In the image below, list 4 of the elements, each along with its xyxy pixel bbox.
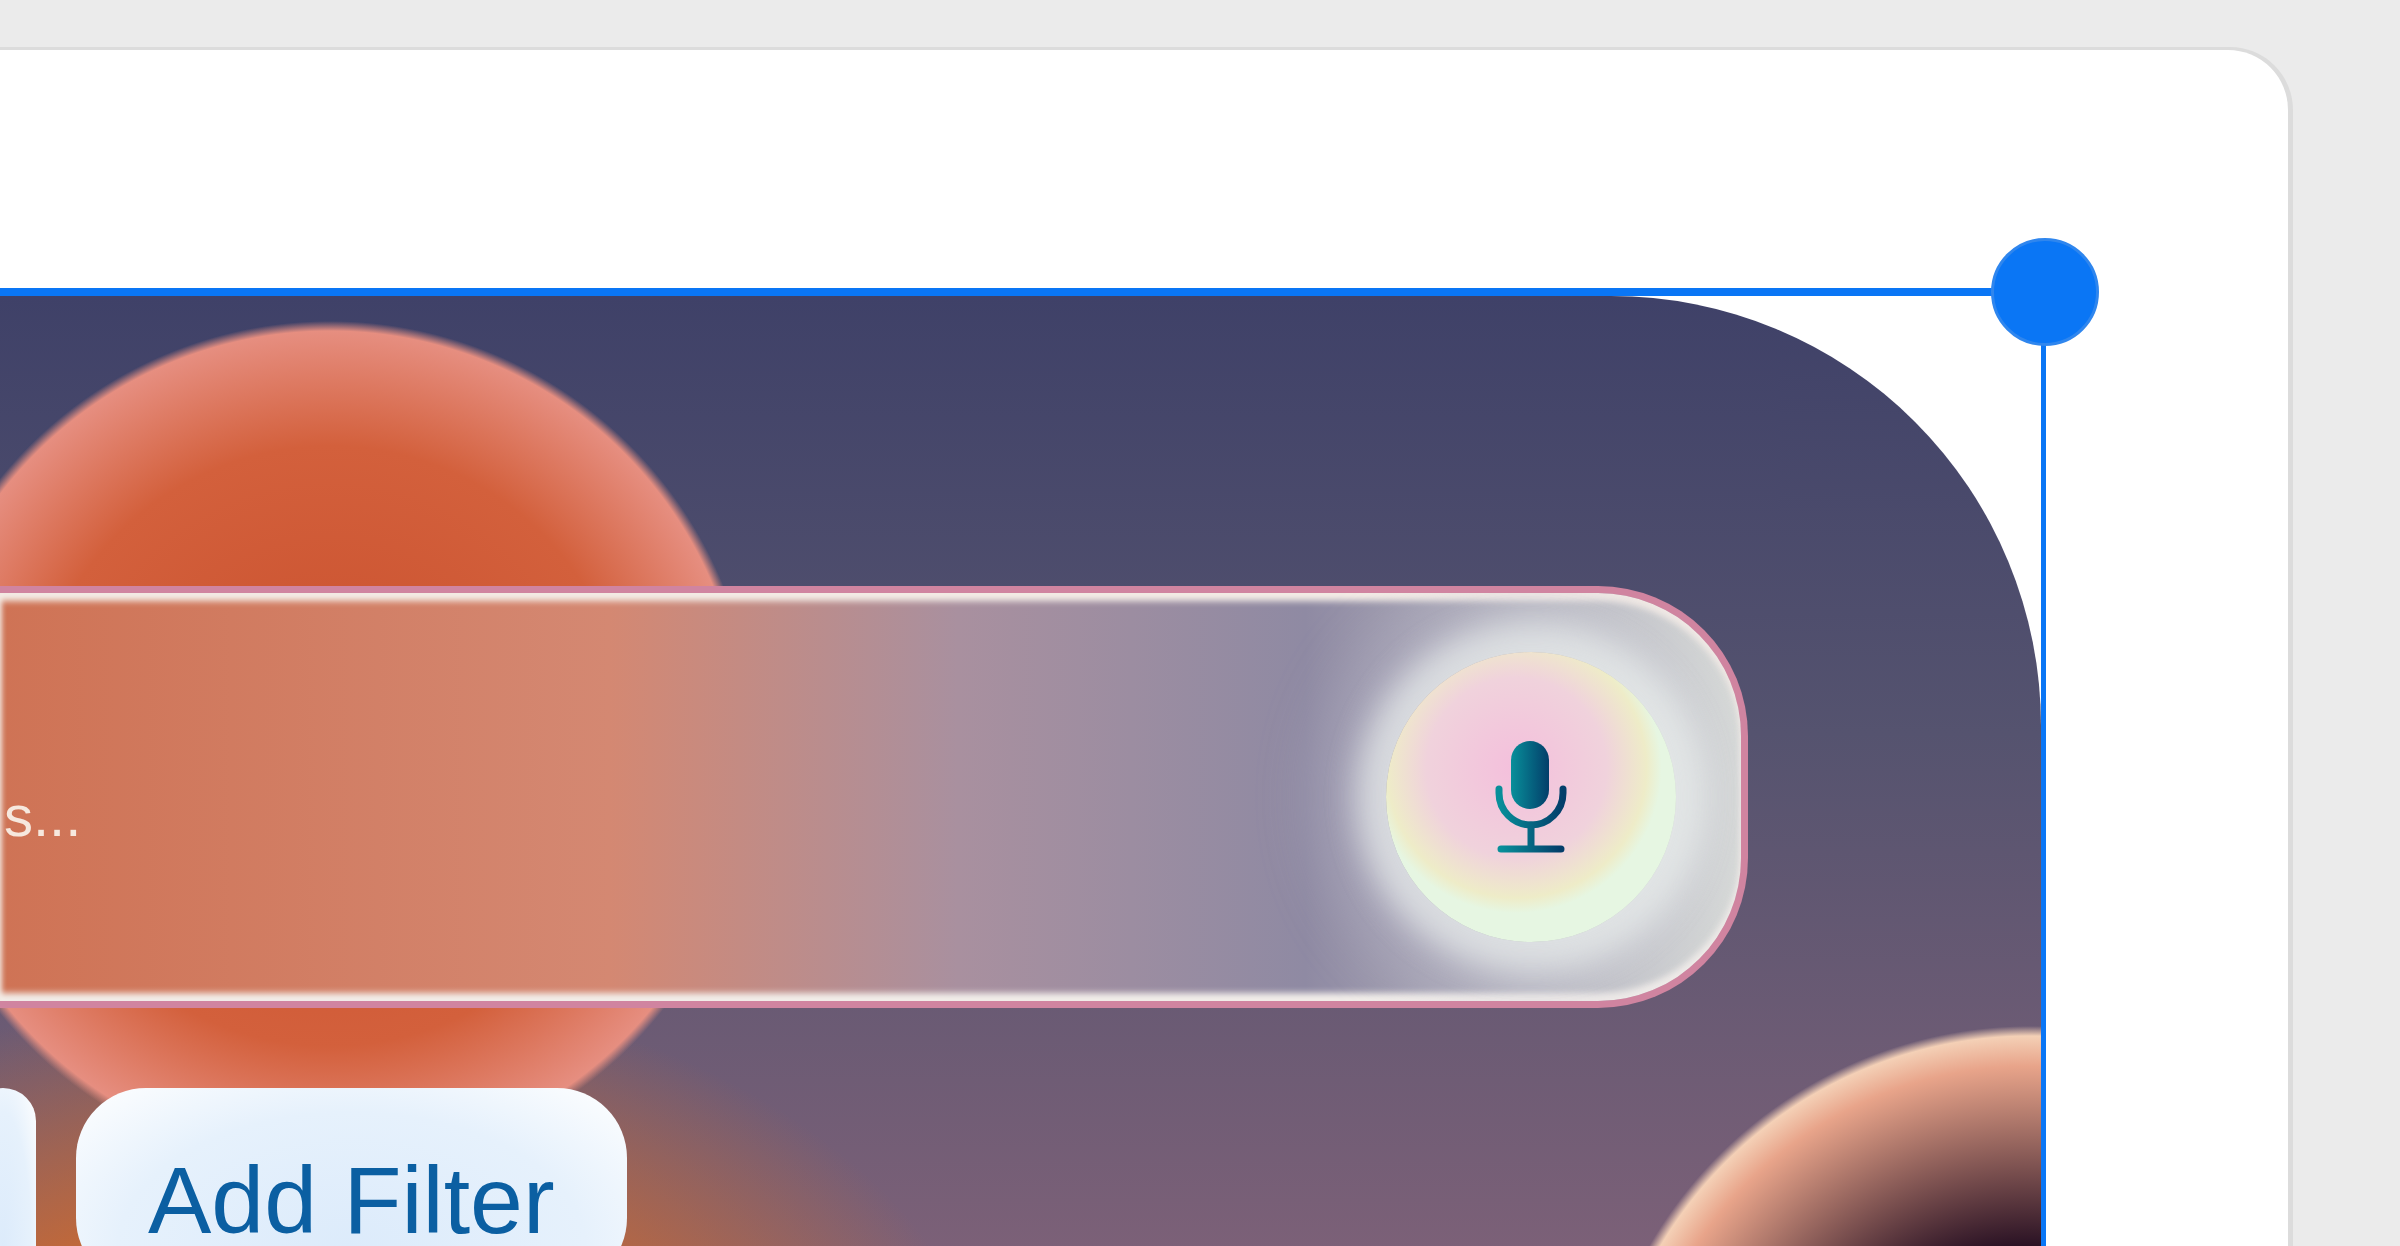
microphone-icon [1495, 741, 1567, 853]
search-bar[interactable]: s... [0, 586, 1748, 1008]
search-field[interactable]: s... [0, 765, 1321, 865]
add-filter-button[interactable]: Add Filter [76, 1088, 627, 1246]
